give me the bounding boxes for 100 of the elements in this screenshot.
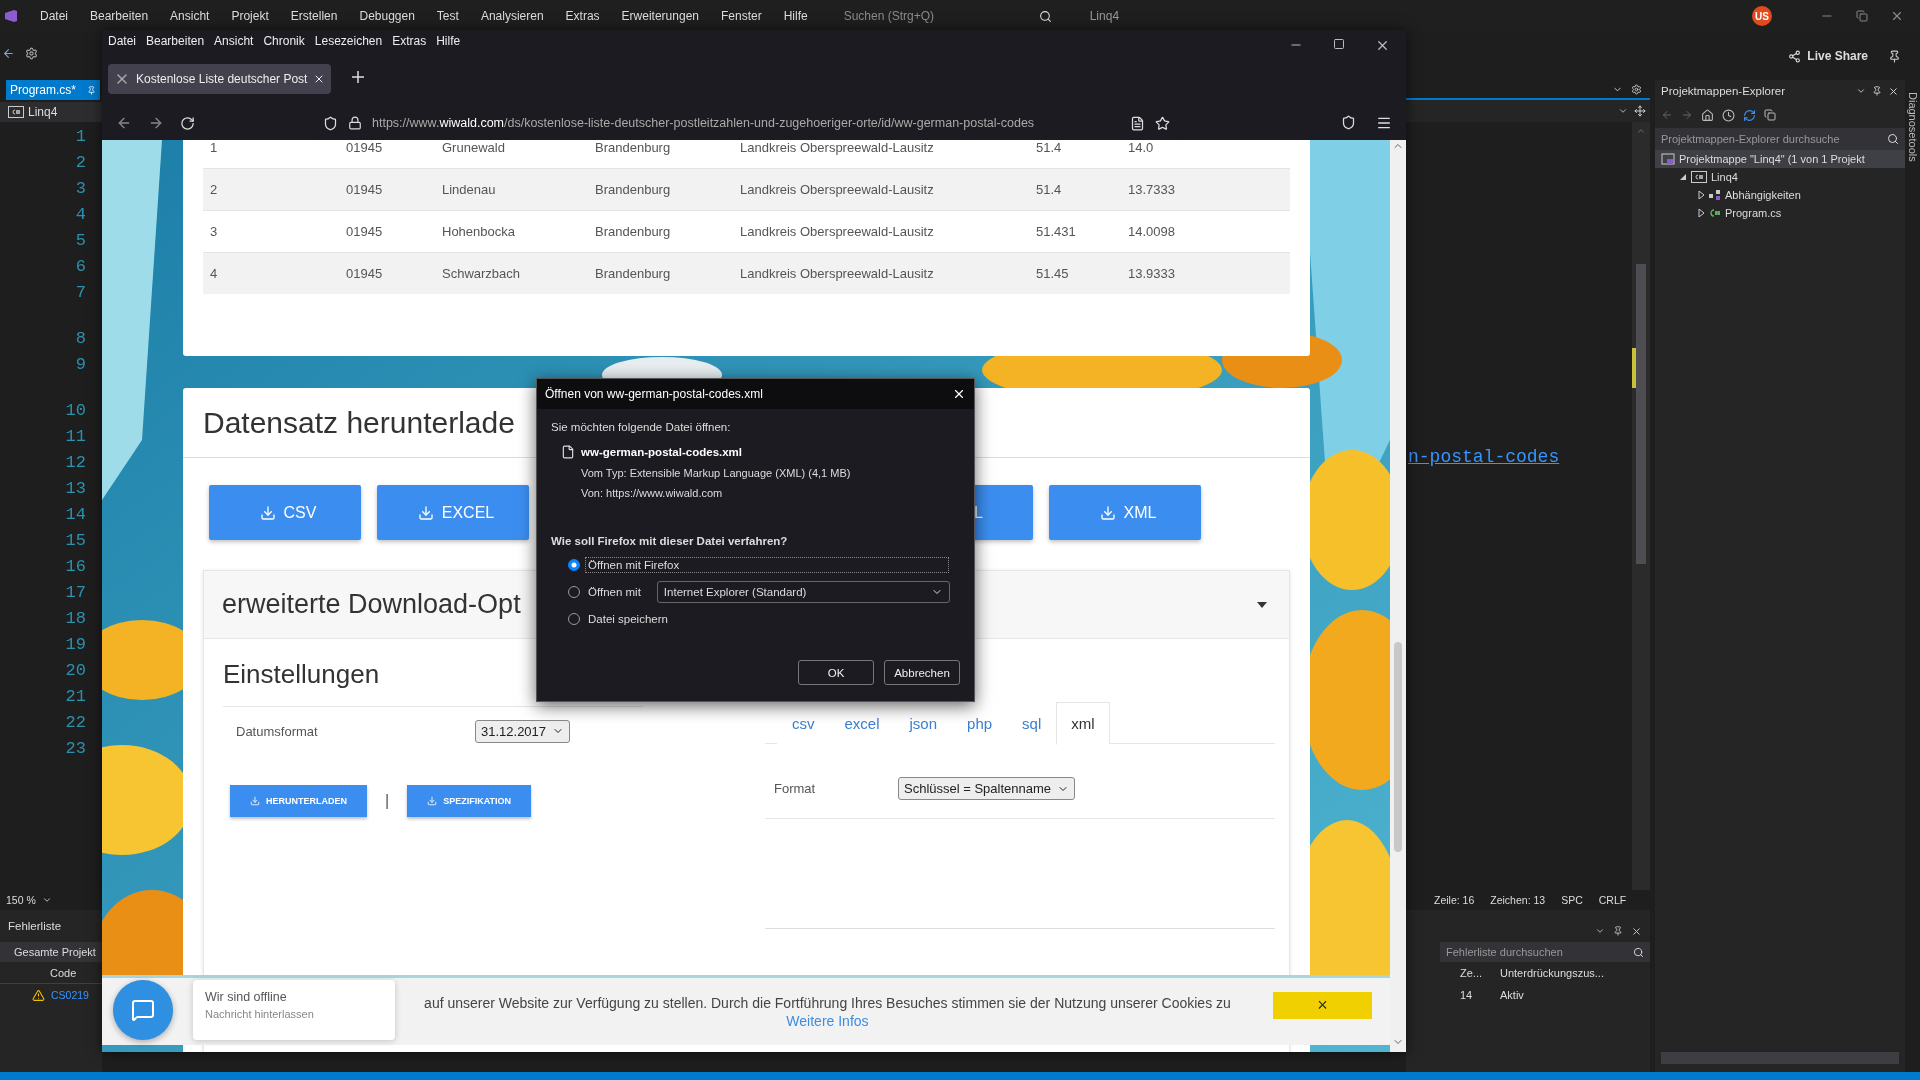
menu-item[interactable]: Lesezeichen [314,34,383,48]
lock-icon[interactable] [348,116,362,130]
table-cell-text: 3 [210,224,219,239]
menu-item[interactable]: Datei [40,9,68,23]
maximize-icon[interactable] [1333,37,1345,50]
table-cell-text: 51.45 [1036,266,1070,281]
format-tab[interactable]: xml [1056,702,1110,745]
forward-icon[interactable] [148,115,164,131]
scrollbar[interactable] [1390,140,1406,1052]
format-select[interactable]: Schlüssel = Spaltenname [898,777,1076,800]
home-icon[interactable] [1701,108,1714,122]
tree-item[interactable]: Linq4 [1655,168,1905,186]
menu-item[interactable]: Datei [108,34,136,48]
menu-item[interactable]: Hilfe [783,9,808,23]
search-field[interactable]: Suchen (Strg+Q) [839,6,1056,26]
project-dropdown[interactable]: Linq4 [0,102,102,122]
pin-icon[interactable] [1613,926,1623,936]
table-cell-text: 51.4 [1036,182,1063,197]
pin-icon[interactable] [1888,49,1901,63]
panel-title: Projektmappen-Explorer [1661,85,1785,97]
radio-label[interactable]: Öffnen mit Firefox [586,557,948,572]
chat-subtitle: Nachricht hinterlassen [205,1008,315,1020]
caret-icon[interactable] [1257,601,1267,608]
date-format-select[interactable]: 31.12.2017 [475,719,571,743]
close-icon[interactable] [1888,85,1899,97]
reload-icon[interactable] [180,115,195,131]
menu-icon[interactable] [1376,115,1392,131]
gear-icon[interactable] [25,46,38,60]
table-cell-text: Brandenburg [595,266,672,281]
caret-icon[interactable] [41,895,52,905]
scroll-thumb[interactable] [1636,264,1646,564]
live-share-button[interactable]: Live Share [1782,48,1874,64]
line-number: 20 [64,660,87,682]
expand-arrow-icon[interactable] [1697,209,1705,217]
scroll-thumb[interactable] [1394,642,1402,852]
restore-icon[interactable] [1856,10,1868,22]
reader-view-icon[interactable] [1130,115,1145,131]
close-icon[interactable] [1631,925,1642,937]
pin-icon[interactable] [1872,85,1882,96]
menu-item[interactable]: Bearbeiten [146,34,205,48]
menu-item[interactable]: Projekt [231,9,269,23]
radio-label[interactable]: Öffnen mit [586,584,643,599]
scrollbar[interactable] [1661,1052,1899,1064]
caret-icon[interactable] [1618,106,1628,116]
account-avatar[interactable]: US [1752,6,1772,26]
back-icon[interactable] [2,46,15,60]
menu-item[interactable]: Fenster [721,9,762,23]
menu-item[interactable]: Extras [392,34,427,48]
collapse-all-icon[interactable] [1764,109,1776,121]
error-code-link[interactable]: CS0219 [51,989,89,1001]
column-header[interactable]: Unterdrückungszus... [1500,967,1650,979]
tree-item[interactable]: Abhängigkeiten [1655,186,1905,204]
menu-item[interactable]: Bearbeiten [90,9,149,23]
search-field[interactable]: Projektmappen-Explorer durchsuche [1655,128,1905,150]
table-cell-text: Aktiv [1500,989,1525,1001]
menu-item[interactable]: Extras [565,9,600,23]
menu-item[interactable]: Debuggen [359,9,415,23]
zoom-level[interactable]: 150 % [6,894,36,906]
code-link[interactable]: n-postal-codes [1408,447,1560,467]
line-number: 5 [74,230,87,252]
menu-item[interactable]: Test [436,9,459,23]
radio-button[interactable] [568,558,580,571]
application-select[interactable]: Internet Explorer (Standard) [656,580,950,603]
expand-arrow-icon[interactable] [1697,191,1705,199]
scope-dropdown[interactable]: Gesamte Projekt [0,942,102,962]
separator-text: | [385,792,390,810]
menu-item[interactable]: Ansicht [170,9,210,23]
menu-item[interactable]: Erweiterungen [621,9,699,23]
menu-item[interactable]: Chronik [263,34,305,48]
column-header[interactable]: Code [50,966,77,979]
collapse-arrow-icon[interactable] [1679,173,1687,181]
side-tab[interactable]: Diagnosetools [1906,92,1919,162]
bookmark-star-icon[interactable] [1155,115,1170,131]
close-icon[interactable] [952,387,966,401]
back-icon[interactable] [116,115,132,131]
dialog-button[interactable]: Abbrechen [884,660,960,685]
document-tab[interactable]: Program.cs* [6,80,100,100]
menu-item[interactable]: Analysieren [480,9,544,23]
shield-icon[interactable] [323,115,338,131]
new-tab-button[interactable] [351,70,366,84]
clock-icon[interactable] [1722,108,1735,122]
search-field[interactable]: Fehlerliste durchsuchen [1440,942,1650,962]
line-number: 9 [74,354,87,376]
close-button[interactable]: × [1272,992,1372,1019]
browser-tab[interactable]: Kostenlose Liste deutscher Post [108,64,332,94]
settings-icon[interactable] [1631,83,1642,95]
menu-item[interactable]: Ansicht [214,34,254,48]
table-cell-text: 2 [210,182,219,197]
radio-label[interactable]: Datei speichern [586,611,670,626]
scrollbar[interactable] [1632,122,1650,890]
accordion-title[interactable]: erweiterte Download-Opt [222,589,521,620]
column-header[interactable]: Ze... [1460,967,1500,979]
dialog-button[interactable]: OK [798,660,874,685]
tree-item[interactable]: Program.cs [1655,204,1905,222]
refresh-icon[interactable] [1743,108,1756,122]
tree-item[interactable]: Projektmappe "Linq4" (1 von 1 Projekt [1655,150,1905,168]
table-cell-text: Lindenau [442,182,497,197]
caret-icon[interactable] [1595,926,1605,936]
menu-item[interactable]: Erstellen [290,9,338,23]
menu-item[interactable]: Hilfe [436,34,461,48]
